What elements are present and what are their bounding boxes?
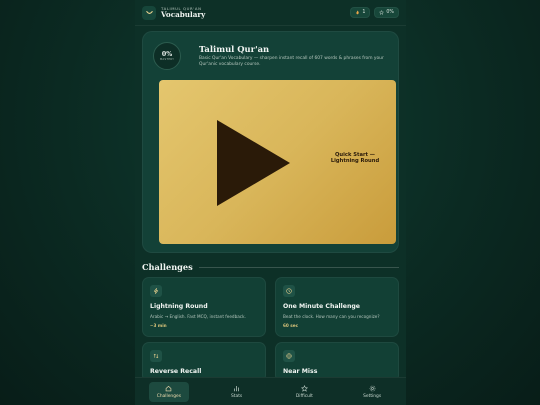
video-label-line2: Lightning Round	[330, 158, 380, 165]
gear-icon	[369, 385, 375, 391]
challenge-duration: ~3 min	[150, 322, 167, 328]
app-logo	[142, 5, 156, 20]
mastery-label: MASTERY	[159, 58, 175, 61]
course-hero-card: 0% MASTERY Talimul Qur'an Basic Qur'an V…	[142, 31, 399, 253]
streak-count: 1	[362, 10, 366, 15]
challenge-description: Beat the clock. How many can you recogni…	[283, 314, 380, 319]
challenge-card-one-minute[interactable]: One Minute Challenge Beat the clock. How…	[275, 277, 399, 337]
course-title: Talimul Qur'an	[199, 44, 270, 54]
quick-start-video[interactable]: Quick Start — Lightning Round	[159, 80, 396, 244]
nav-item-settings[interactable]: Settings	[338, 378, 406, 405]
top-header: TALIMUL QUR'AN Vocabulary 1 0%	[135, 0, 406, 26]
swap-icon	[150, 350, 162, 362]
brand-title: Vocabulary	[161, 10, 206, 20]
lightning-icon	[150, 285, 162, 297]
challenge-card-reverse-recall[interactable]: Reverse Recall	[142, 342, 266, 382]
bottom-nav: Challenges Stats Difficult Settings	[135, 377, 406, 405]
flame-icon	[356, 10, 360, 15]
challenge-title: Reverse Recall	[150, 368, 202, 375]
header-stats: 1 0%	[350, 7, 399, 18]
play-icon[interactable]	[217, 120, 290, 206]
nav-label: Stats	[231, 393, 243, 399]
challenge-description: Arabic → English. Fast MCQ, instant feed…	[150, 314, 246, 319]
bar-chart-icon	[234, 385, 240, 391]
clock-icon	[283, 285, 295, 297]
nav-label: Settings	[363, 393, 382, 399]
challenges-heading: Challenges	[142, 262, 193, 272]
smile-logo-icon	[145, 11, 153, 14]
brand: TALIMUL QUR'AN Vocabulary	[161, 6, 206, 20]
nav-item-difficult[interactable]: Difficult	[271, 378, 339, 405]
streak-pill[interactable]: 1	[350, 7, 371, 18]
challenge-title: One Minute Challenge	[283, 303, 361, 310]
app-shell: TALIMUL QUR'AN Vocabulary 1 0% 0% MASTER…	[135, 0, 406, 405]
challenge-duration: 60 sec	[283, 322, 299, 328]
course-description: Basic Qur'an Vocabulary — sharpen instan…	[199, 56, 384, 68]
target-icon	[283, 350, 295, 362]
star-icon	[300, 384, 308, 392]
mastery-ring: 0% MASTERY	[153, 42, 181, 70]
star-outline-icon	[379, 10, 385, 15]
xp-pill[interactable]: 0%	[374, 7, 399, 18]
section-divider	[198, 266, 399, 268]
challenges-section-header: Challenges	[142, 262, 399, 272]
challenge-card-near-miss[interactable]: Near Miss	[275, 342, 399, 382]
video-label: Quick Start — Lightning Round	[327, 152, 383, 165]
nav-item-challenges[interactable]: Challenges	[135, 378, 203, 405]
xp-label: 0%	[386, 10, 394, 15]
nav-item-stats[interactable]: Stats	[203, 378, 271, 405]
mastery-value: 0%	[161, 51, 173, 58]
challenge-card-lightning-round[interactable]: Lightning Round Arabic → English. Fast M…	[142, 277, 266, 337]
nav-label: Difficult	[295, 393, 313, 399]
challenge-title: Near Miss	[283, 368, 318, 375]
nav-label: Challenges	[156, 393, 181, 399]
challenge-title: Lightning Round	[150, 303, 208, 310]
home-icon	[166, 385, 172, 391]
